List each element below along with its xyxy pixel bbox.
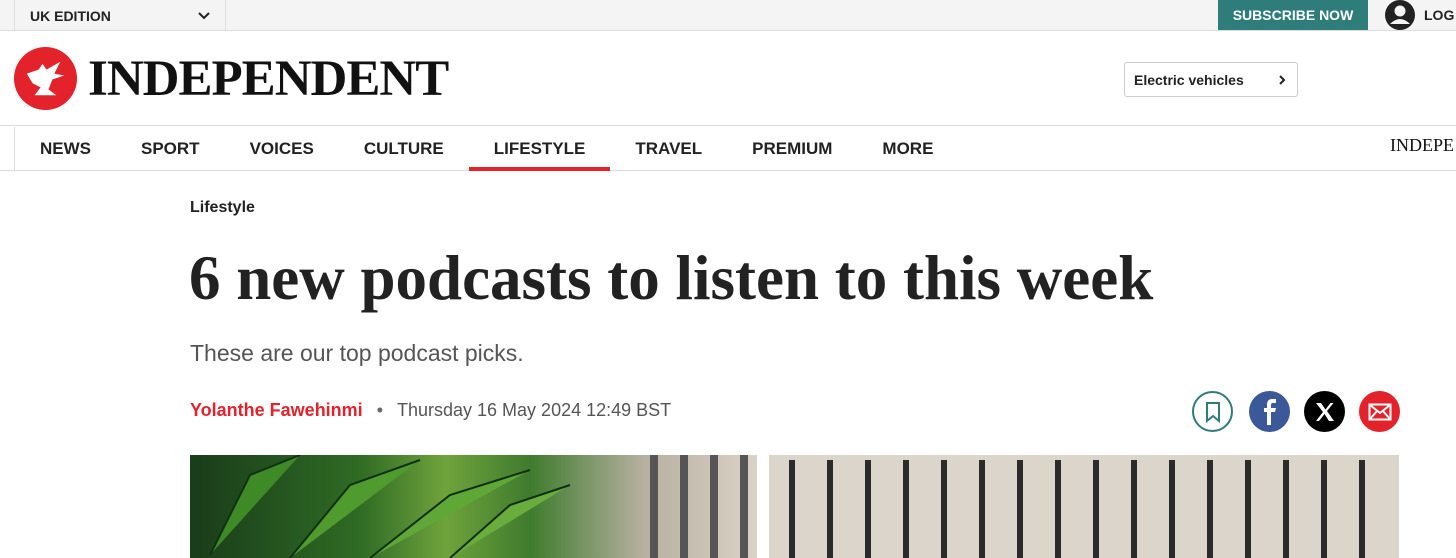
mail-icon [1368, 403, 1391, 420]
x-share-button[interactable] [1304, 391, 1345, 432]
section-label[interactable]: Lifestyle [190, 199, 255, 217]
edition-selector[interactable]: UK EDITION [14, 0, 226, 31]
user-icon [1385, 0, 1415, 30]
subscribe-button[interactable]: SUBSCRIBE NOW [1218, 0, 1368, 30]
article-standfirst: These are our top podcast picks. [190, 340, 524, 366]
electric-vehicles-button[interactable]: Electric vehicles [1124, 62, 1298, 97]
facebook-icon [1263, 398, 1276, 425]
x-icon [1315, 402, 1334, 421]
publish-date: Thursday 16 May 2024 12:49 BST [397, 400, 672, 420]
article-image-plant [190, 455, 757, 558]
author-link[interactable]: Yolanthe Fawehinmi [190, 400, 363, 421]
byline-separator: • [376, 400, 383, 420]
article-headline: 6 new podcasts to listen to this week [189, 243, 1154, 313]
chevron-right-icon [1279, 75, 1286, 85]
nav-items: NEWS SPORT VOICES CULTURE LIFESTYLE TRAV… [14, 127, 958, 171]
wood-slats-illustration [789, 460, 1365, 558]
article-image-slats [769, 455, 1399, 558]
nav-item-premium[interactable]: PREMIUM [727, 127, 857, 171]
palm-leaves-illustration [209, 455, 748, 558]
edition-label: UK EDITION [30, 7, 111, 24]
bookmark-button[interactable] [1192, 391, 1233, 432]
nav-wordmark[interactable]: INDEPE [1390, 135, 1454, 156]
eagle-logo-icon[interactable] [13, 46, 78, 111]
ev-label: Electric vehicles [1134, 71, 1244, 88]
bookmark-icon [1205, 401, 1220, 423]
nav-item-travel[interactable]: TRAVEL [610, 127, 727, 171]
email-share-button[interactable] [1359, 391, 1400, 432]
nav-item-more[interactable]: MORE [857, 127, 958, 171]
site-wordmark[interactable]: INDEPENDENT [88, 51, 449, 107]
login-button[interactable]: LOG [1384, 0, 1454, 30]
top-bar: UK EDITION SUBSCRIBE NOW LOG [0, 0, 1456, 31]
nav-item-lifestyle[interactable]: LIFESTYLE [468, 127, 611, 171]
subscribe-label: SUBSCRIBE NOW [1232, 7, 1354, 23]
byline: Yolanthe Fawehinmi • Thursday 16 May 202… [190, 400, 671, 421]
chevron-down-icon [198, 12, 210, 20]
nav-item-culture[interactable]: CULTURE [339, 127, 469, 171]
nav-item-sport[interactable]: SPORT [116, 127, 225, 171]
masthead: INDEPENDENT Electric vehicles [0, 31, 1456, 126]
nav-item-news[interactable]: NEWS [15, 127, 116, 171]
main-nav: NEWS SPORT VOICES CULTURE LIFESTYLE TRAV… [0, 127, 1456, 171]
facebook-share-button[interactable] [1249, 391, 1290, 432]
login-label: LOG [1424, 7, 1455, 23]
nav-item-voices[interactable]: VOICES [225, 127, 339, 171]
